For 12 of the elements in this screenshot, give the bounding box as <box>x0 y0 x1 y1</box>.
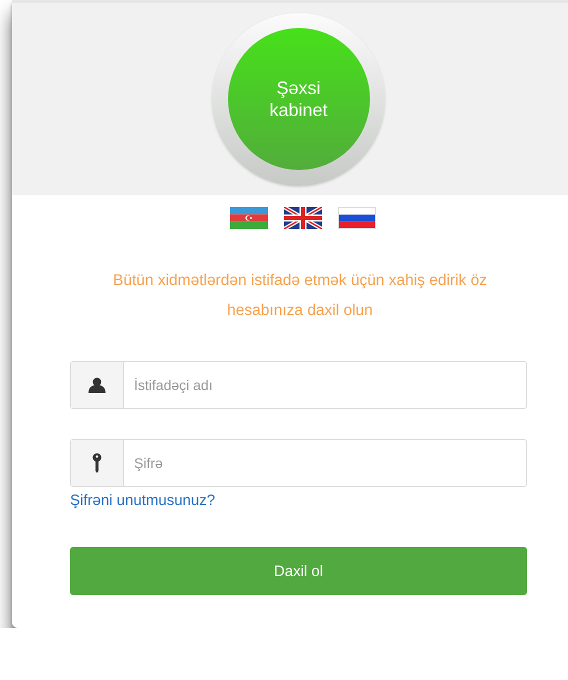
password-field[interactable]: Şifrə <box>70 439 527 487</box>
username-field[interactable]: İstifadəçi adı <box>70 361 527 409</box>
username-input[interactable]: İstifadəçi adı <box>124 362 526 408</box>
forgot-password-link[interactable]: Şifrəni unutmusunuz? <box>70 492 216 509</box>
russia-flag-icon[interactable] <box>338 207 376 229</box>
login-button[interactable]: Daxil ol <box>70 547 527 595</box>
user-icon <box>88 377 106 393</box>
login-message: Bütün xidmətlərdən istifadə etmək üçün xahiş edirik öz hesabınıza daxil olun <box>112 271 488 321</box>
account-badge: Şəxsi kabinet <box>228 28 370 170</box>
uk-flag-icon[interactable] <box>284 207 322 229</box>
key-icon <box>92 453 102 473</box>
password-input[interactable]: Şifrə <box>124 440 526 486</box>
